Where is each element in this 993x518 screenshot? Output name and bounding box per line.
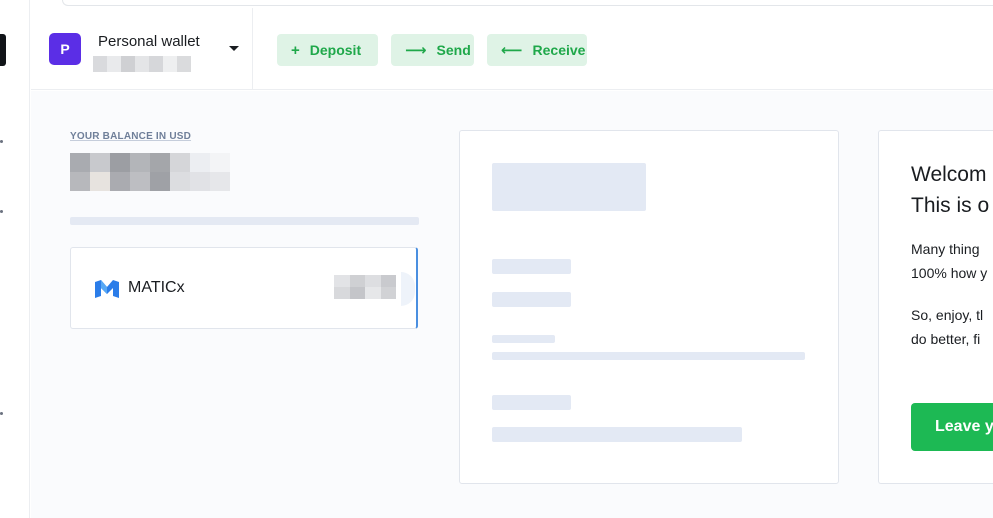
welcome-text-line: do better, fi <box>911 331 981 347</box>
rail-dot <box>0 210 3 213</box>
rail-active-indicator[interactable] <box>0 34 6 66</box>
welcome-card: Welcom This is o Many thing 100% how y S… <box>878 130 993 484</box>
deposit-label: Deposit <box>309 42 362 58</box>
token-row[interactable]: MATICx <box>70 247 418 329</box>
skeleton-line <box>492 259 571 274</box>
welcome-text-line: So, enjoy, tl <box>911 307 984 323</box>
balance-label: YOUR BALANCE IN USD <box>70 131 192 142</box>
wallet-name: Personal wallet <box>98 33 200 50</box>
skeleton-line <box>492 335 555 343</box>
maticx-logo-icon <box>95 280 119 298</box>
balance-bar <box>70 217 419 225</box>
send-button[interactable]: ⟶ Send <box>391 34 474 66</box>
main-content: YOUR BALANCE IN USD MATICx Welcom This i… <box>31 91 993 518</box>
token-name: MATICx <box>128 279 185 296</box>
rail-dot <box>0 412 3 415</box>
skeleton-line <box>492 352 805 360</box>
wallet-selector[interactable]: P Personal wallet <box>31 8 253 90</box>
welcome-paragraph: So, enjoy, tl do better, fi <box>911 303 983 351</box>
header: P Personal wallet + Deposit ⟶ Send ⟵ Rec… <box>31 8 993 90</box>
arrow-left-icon: ⟵ <box>501 41 523 59</box>
skeleton-line <box>492 427 742 442</box>
welcome-title-line: This is o <box>911 194 990 217</box>
receive-label: Receive <box>532 42 586 58</box>
balance-value-redacted <box>70 153 230 191</box>
wallet-address-redacted <box>93 56 191 72</box>
leave-feedback-button[interactable]: Leave y <box>911 403 993 451</box>
token-amount-redacted <box>334 275 396 299</box>
skeleton-line <box>492 292 571 307</box>
receive-button[interactable]: ⟵ Receive <box>487 34 587 66</box>
left-rail <box>0 0 30 518</box>
welcome-title: Welcom This is o <box>911 159 989 221</box>
send-label: Send <box>436 42 471 58</box>
skeleton-block <box>492 163 646 211</box>
welcome-title-line: Welcom <box>911 163 987 186</box>
chevron-down-icon[interactable] <box>229 46 239 51</box>
welcome-paragraph: Many thing 100% how y <box>911 237 987 285</box>
token-scroll-edge <box>401 272 415 306</box>
plus-icon: + <box>291 41 300 59</box>
browser-top-strip <box>62 0 993 6</box>
rail-dot <box>0 140 3 143</box>
welcome-text-line: 100% how y <box>911 265 988 281</box>
loading-skeleton-card <box>459 130 839 484</box>
wallet-avatar: P <box>49 33 81 65</box>
arrow-right-icon: ⟶ <box>405 41 427 59</box>
deposit-button[interactable]: + Deposit <box>277 34 378 66</box>
welcome-text-line: Many thing <box>911 241 980 257</box>
skeleton-line <box>492 395 571 410</box>
